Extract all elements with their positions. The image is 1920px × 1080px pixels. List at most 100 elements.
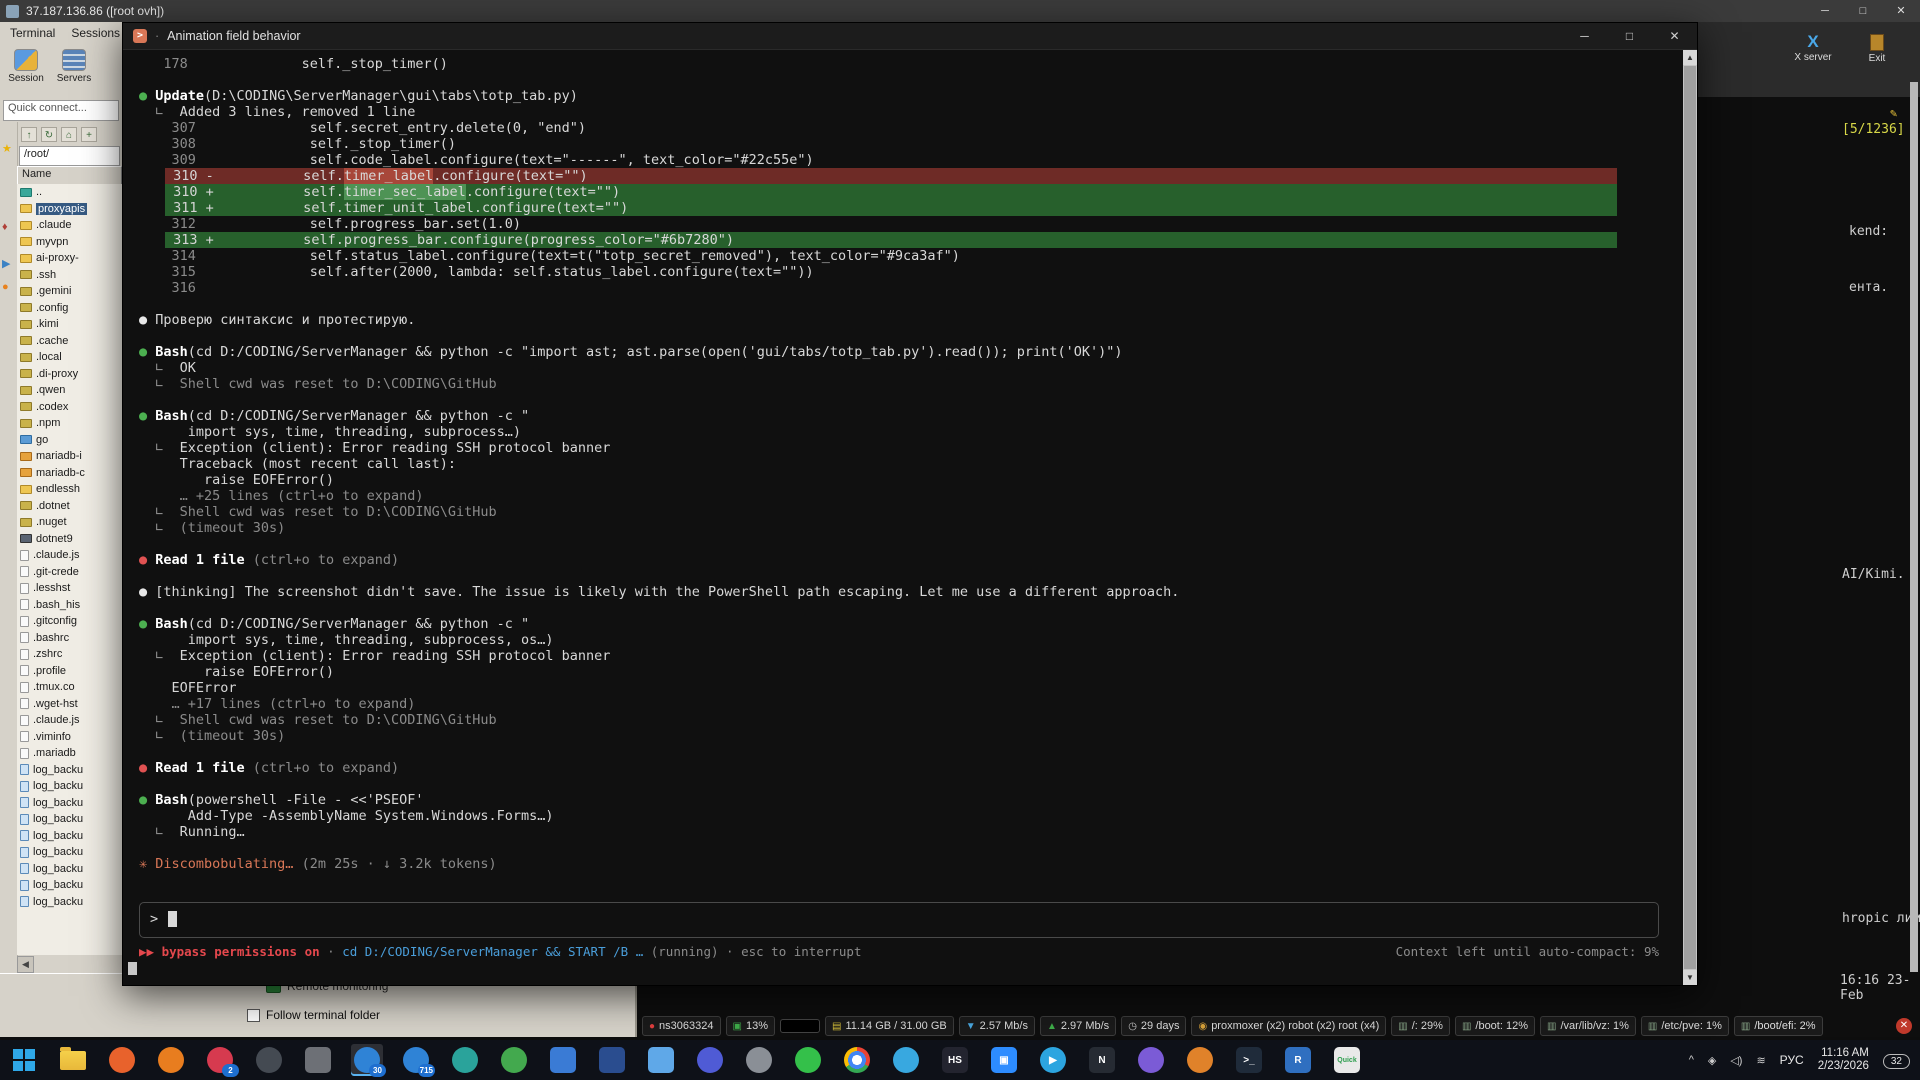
taskbar-indigo-app-icon[interactable] [694,1044,726,1076]
taskbar-telegram-icon[interactable]: ▶ [1037,1044,1069,1076]
taskbar-edge-profile-2-icon[interactable]: 715 [400,1044,432,1076]
file-item[interactable]: mariadb-i [17,448,122,465]
taskbar-dark-app-icon[interactable] [253,1044,285,1076]
file-list-scroll-left-button[interactable]: ◀ [17,956,34,973]
session-button[interactable]: Session [2,44,50,98]
taskbar-purple-app-icon[interactable] [1135,1044,1167,1076]
menu-sessions[interactable]: Sessions [71,26,120,44]
refresh-icon[interactable]: ↻ [41,127,57,142]
checkbox-icon[interactable] [247,1009,260,1022]
file-item[interactable]: .cache [17,333,122,350]
taskbar-edge-profile-1-icon[interactable]: 30 [351,1044,383,1076]
send-icon[interactable]: ▶ [2,259,10,270]
file-item[interactable]: proxyapis [17,201,122,218]
taskbar-documents-app-icon[interactable] [645,1044,677,1076]
notification-center-button[interactable]: 32 [1883,1053,1910,1067]
file-item[interactable]: log_backu [17,894,122,911]
taskbar-green-app-icon[interactable] [498,1044,530,1076]
taskbar-orange-app-icon[interactable] [1184,1044,1216,1076]
file-item[interactable]: .claude.js [17,547,122,564]
home-icon[interactable]: ⌂ [61,127,77,142]
file-item[interactable]: log_backu [17,762,122,779]
monitor-close-button[interactable]: ✕ [1896,1018,1912,1034]
claude-close-button[interactable]: ✕ [1652,23,1697,49]
file-item[interactable]: .. [17,184,122,201]
taskbar-firefox-browser-icon[interactable] [155,1044,187,1076]
tray-volume-icon[interactable]: ◁) [1730,1054,1742,1067]
taskbar-notion-icon[interactable]: N [1086,1044,1118,1076]
file-item[interactable]: log_backu [17,811,122,828]
file-item[interactable]: .qwen [17,382,122,399]
file-item[interactable]: .profile [17,663,122,680]
file-item[interactable]: .tmux.co [17,679,122,696]
file-item[interactable]: .viminfo [17,729,122,746]
favorites-star-icon[interactable]: ★ [2,144,12,155]
column-header-name[interactable]: Name [17,166,122,185]
file-item[interactable]: .mariadb [17,745,122,762]
file-item[interactable]: .wget-hst [17,696,122,713]
taskbar-skype-icon[interactable] [890,1044,922,1076]
tray-network-icon[interactable]: ≋ [1756,1054,1765,1067]
file-item[interactable]: .di-proxy [17,366,122,383]
scrollbar-thumb[interactable] [1684,66,1696,969]
status-dot-icon[interactable]: ● [2,282,9,293]
file-item[interactable]: .bashrc [17,630,122,647]
file-item[interactable]: .nuget [17,514,122,531]
file-item[interactable]: .kimi [17,316,122,333]
tray-clock[interactable]: 11:16 AM 2/23/2026 [1818,1047,1869,1073]
taskbar-brave-browser-icon[interactable] [106,1044,138,1076]
claude-minimize-button[interactable]: ─ [1562,23,1607,49]
taskbar-start-icon[interactable] [8,1044,40,1076]
mobaxterm-titlebar[interactable]: 37.187.136.86 ([root ovh]) ─ □ ✕ [0,0,1920,22]
file-item[interactable]: myvpn [17,234,122,251]
file-item[interactable]: log_backu [17,795,122,812]
file-item[interactable]: .zshrc [17,646,122,663]
tray-shield-icon[interactable]: ◈ [1708,1054,1716,1067]
taskbar-powershell-icon[interactable]: >_ [1233,1044,1265,1076]
up-directory-icon[interactable]: ↑ [21,127,37,142]
path-input[interactable]: /root/ [19,146,120,166]
taskbar-opera-browser-icon[interactable]: 2 [204,1044,236,1076]
scroll-up-arrow[interactable]: ▲ [1683,50,1697,65]
taskbar-gray-app-icon[interactable] [743,1044,775,1076]
taskbar-file-explorer-icon[interactable] [57,1044,89,1076]
file-item[interactable]: log_backu [17,844,122,861]
file-item[interactable]: log_backu [17,778,122,795]
taskbar-navy-app-icon[interactable] [596,1044,628,1076]
x-server-button[interactable]: X X server [1786,32,1840,63]
file-item[interactable]: .lesshst [17,580,122,597]
file-item[interactable]: .dotnet [17,498,122,515]
file-item[interactable]: .gemini [17,283,122,300]
file-item[interactable]: .codex [17,399,122,416]
file-item[interactable]: .npm [17,415,122,432]
terminal-output[interactable]: 178 self._stop_timer() ● Update(D:\CODIN… [123,50,1683,985]
bookmark-icon[interactable]: ♦ [2,222,8,233]
file-item[interactable]: .claude [17,217,122,234]
taskbar-utility-app-icon[interactable] [302,1044,334,1076]
prompt-input-box[interactable]: > [139,902,1659,938]
claude-titlebar[interactable]: > · Animation field behavior ─ □ ✕ [123,23,1697,50]
quick-connect-input[interactable]: Quick connect... [3,100,119,121]
taskbar-quick-assist-icon[interactable]: Quick [1331,1044,1363,1076]
file-item[interactable]: .git-crede [17,564,122,581]
tray-expand-icon[interactable]: ^ [1689,1054,1694,1066]
terminal-scrollbar[interactable] [1910,82,1918,972]
taskbar-chrome-browser-icon[interactable] [841,1044,873,1076]
taskbar-zoom-icon[interactable]: ▣ [988,1044,1020,1076]
file-item[interactable]: log_backu [17,828,122,845]
claude-maximize-button[interactable]: □ [1607,23,1652,49]
file-item[interactable]: ai-proxy- [17,250,122,267]
file-item[interactable]: mariadb-c [17,465,122,482]
claude-scrollbar[interactable]: ▲ ▼ [1683,50,1697,985]
moba-close-button[interactable]: ✕ [1882,0,1920,22]
file-item[interactable]: .local [17,349,122,366]
servers-button[interactable]: Servers [50,44,98,98]
moba-minimize-button[interactable]: ─ [1806,0,1844,22]
tray-language-indicator[interactable]: РУС [1780,1053,1804,1067]
taskbar-whatsapp-icon[interactable] [792,1044,824,1076]
file-item[interactable]: .claude.js [17,712,122,729]
taskbar-blue-app-icon[interactable] [547,1044,579,1076]
file-item[interactable]: dotnet9 [17,531,122,548]
moba-maximize-button[interactable]: □ [1844,0,1882,22]
file-item[interactable]: log_backu [17,861,122,878]
